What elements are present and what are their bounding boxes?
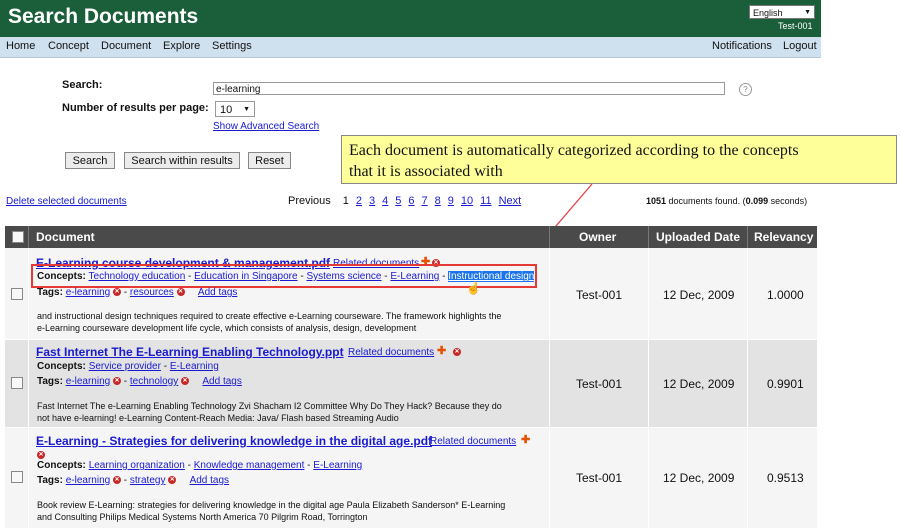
concept-link[interactable]: E-Learning (313, 460, 362, 471)
results-count-number: 1051 (646, 196, 667, 206)
delete-selected-link[interactable]: Delete selected documents (6, 196, 127, 207)
header-relevancy[interactable]: Relevancy (754, 230, 813, 244)
results-time: 0.099 (745, 196, 769, 206)
select-all-checkbox[interactable] (12, 231, 24, 243)
header-uploaded-date[interactable]: Uploaded Date (656, 230, 740, 244)
date-cell: 12 Dec, 2009 (663, 377, 735, 391)
relevancy-cell: 0.9513 (767, 471, 804, 485)
related-documents-link[interactable]: Related documents (348, 347, 434, 358)
snippet-line: and Consulting Philips Medical Systems N… (37, 512, 368, 522)
date-cell: 12 Dec, 2009 (663, 471, 735, 485)
row-checkbox[interactable] (11, 288, 23, 300)
add-related-icon[interactable]: ✚ (437, 345, 446, 357)
document-title-link[interactable]: E-Learning - Strategies for delivering k… (36, 434, 432, 448)
remove-tag-icon[interactable]: ✕ (112, 476, 121, 485)
concept-link[interactable]: Knowledge management (194, 460, 305, 471)
pager-page[interactable]: 9 (448, 195, 454, 207)
document-snippet: and instructional design techniques requ… (37, 310, 547, 334)
add-tags-link[interactable]: Add tags (198, 287, 237, 298)
tags-label: Tags: (37, 376, 63, 387)
row-checkbox[interactable] (11, 377, 23, 389)
concepts-line: Concepts: Learning organization - Knowle… (37, 460, 363, 471)
results-count: 1051 documents found. (0.099 seconds) (646, 196, 807, 206)
date-cell: 12 Dec, 2009 (663, 288, 735, 302)
pager-page[interactable]: 2 (356, 195, 362, 207)
tag-link[interactable]: strategy (130, 475, 166, 486)
pager-next[interactable]: Next (499, 195, 522, 207)
results-count-text: documents found. ( (666, 196, 746, 206)
concept-link[interactable]: E-Learning (170, 361, 219, 372)
pager-page[interactable]: 1 (343, 195, 349, 207)
results-table-header: Document Owner Uploaded Date Relevancy (5, 226, 817, 248)
header-document[interactable]: Document (36, 230, 95, 244)
pager-page[interactable]: 7 (422, 195, 428, 207)
concepts-line: Concepts: Service provider - E-Learning (37, 361, 219, 372)
tag-link[interactable]: resources (130, 287, 174, 298)
snippet-line: and instructional design techniques requ… (37, 311, 502, 321)
pager-page[interactable]: 6 (408, 195, 414, 207)
document-title-link[interactable]: Fast Internet The E-Learning Enabling Te… (36, 345, 344, 359)
concepts-label: Concepts: (37, 361, 86, 372)
results-count-suffix: seconds) (768, 196, 808, 206)
add-related-icon[interactable]: ✚ (521, 434, 530, 446)
pagination: Previous 1 2 3 4 5 6 7 8 9 10 11 Next (288, 195, 528, 207)
pager-previous[interactable]: Previous (288, 195, 331, 207)
owner-cell: Test-001 (576, 471, 623, 485)
remove-tag-icon[interactable]: ✕ (181, 377, 190, 386)
owner-cell: Test-001 (576, 377, 623, 391)
tags-line: Tags: e-learning ✕ - strategy ✕ Add tags (37, 475, 230, 486)
concepts-highlight-box (31, 264, 537, 288)
remove-document-icon[interactable]: ✕ (453, 346, 461, 358)
tag-link[interactable]: e-learning (66, 287, 110, 298)
hand-cursor-icon: ☝ (466, 281, 481, 295)
remove-tag-icon[interactable]: ✕ (168, 476, 177, 485)
snippet-line: e-Learning courseware development life c… (37, 323, 417, 333)
owner-cell: Test-001 (576, 288, 623, 302)
relevancy-cell: 0.9901 (767, 377, 804, 391)
snippet-line: Fast Internet The e-Learning Enabling Te… (37, 401, 502, 411)
snippet-line: not have e-learning! e-Learning Content-… (37, 413, 399, 423)
relevancy-cell: 1.0000 (767, 288, 804, 302)
pager-page[interactable]: 4 (382, 195, 388, 207)
pager-page[interactable]: 11 (480, 195, 491, 207)
pager-page[interactable]: 5 (395, 195, 401, 207)
tags-label: Tags: (37, 287, 63, 298)
pager-page[interactable]: 8 (435, 195, 441, 207)
row-checkbox[interactable] (11, 471, 23, 483)
document-snippet: Fast Internet The e-Learning Enabling Te… (37, 400, 547, 424)
tag-link[interactable]: e-learning (66, 376, 110, 387)
tags-line: Tags: e-learning ✕ - technology ✕ Add ta… (37, 376, 242, 387)
snippet-line: Book review E-Learning: strategies for d… (37, 500, 506, 510)
add-tags-link[interactable]: Add tags (190, 475, 229, 486)
concept-link[interactable]: Service provider (89, 361, 161, 372)
concepts-label: Concepts: (37, 460, 86, 471)
tag-link[interactable]: technology (130, 376, 178, 387)
remove-tag-icon[interactable]: ✕ (112, 288, 121, 297)
concept-link[interactable]: Learning organization (89, 460, 185, 471)
related-documents-link[interactable]: Related documents (430, 436, 516, 447)
add-tags-link[interactable]: Add tags (202, 376, 241, 387)
remove-tag-icon[interactable]: ✕ (112, 377, 121, 386)
document-snippet: Book review E-Learning: strategies for d… (37, 499, 547, 523)
tags-line: Tags: e-learning ✕ - resources ✕ Add tag… (37, 287, 238, 298)
tags-label: Tags: (37, 475, 63, 486)
pager-page[interactable]: 3 (369, 195, 375, 207)
pager-page[interactable]: 10 (461, 195, 473, 207)
header-owner[interactable]: Owner (579, 230, 616, 244)
remove-tag-icon[interactable]: ✕ (176, 288, 185, 297)
tag-link[interactable]: e-learning (66, 475, 110, 486)
